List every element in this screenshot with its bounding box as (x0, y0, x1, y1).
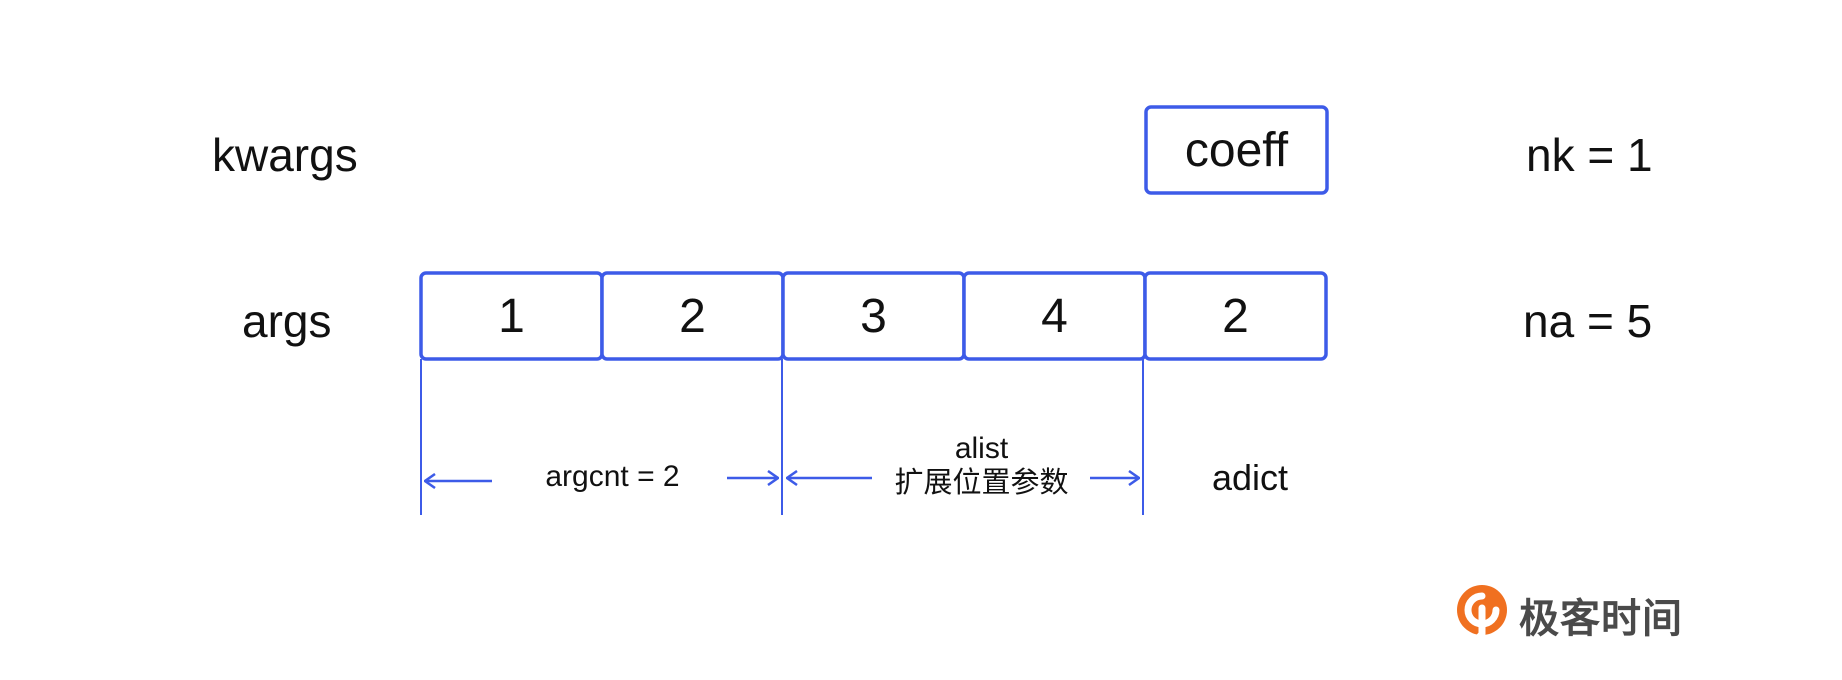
args-cell-box-5 (1143, 271, 1328, 361)
alist-label: alist (954, 432, 1009, 465)
brand-logo-icon (1457, 585, 1507, 646)
args-cell-box-3 (781, 271, 966, 361)
diagram-canvas: kwargs args nk = 1 na = 5 coeff 1 2 3 4 … (0, 0, 1842, 680)
args-label: args (242, 295, 332, 347)
args-cell-box-1 (419, 271, 604, 361)
na-count: na = 5 (1523, 295, 1653, 347)
nk-count: nk = 1 (1526, 129, 1653, 181)
kwargs-cell-box (1144, 105, 1329, 195)
args-cell-box-4 (962, 271, 1147, 361)
adict-label: adict (1211, 457, 1289, 498)
kwargs-label: kwargs (212, 129, 358, 181)
brand-logo-text: 极客时间 (1519, 596, 1683, 642)
argcnt-label: argcnt = 2 (545, 460, 680, 493)
alist-sublabel: 扩展位置参数 (894, 465, 1069, 499)
args-cell-box-2 (600, 271, 785, 361)
brand-logo: 极客时间 (1455, 580, 1695, 650)
